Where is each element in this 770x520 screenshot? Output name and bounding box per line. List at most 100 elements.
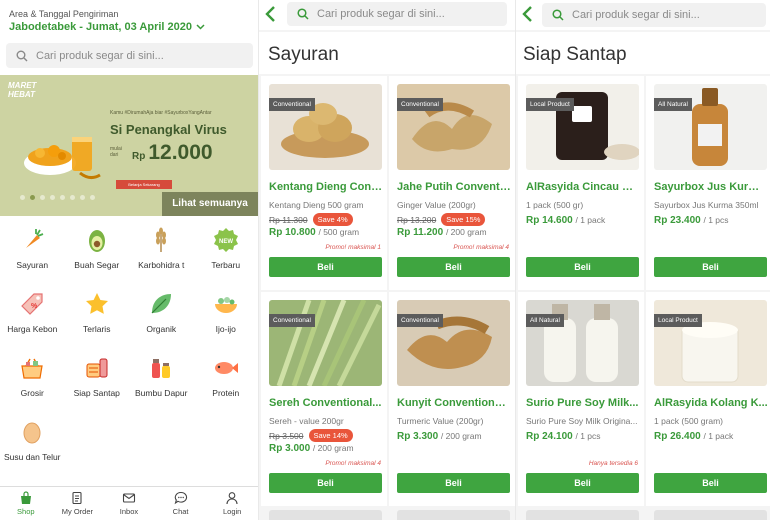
- nav-item[interactable]: Shop: [0, 487, 52, 520]
- category-item[interactable]: Susu dan Telur: [0, 414, 65, 478]
- price-row: Rp 3.300 / 200 gram: [397, 431, 482, 442]
- category-label: Terbaru: [211, 260, 241, 270]
- product-image[interactable]: [269, 300, 382, 386]
- product-card[interactable]: Conventional Kentang Dieng Conv... Kenta…: [261, 76, 387, 290]
- top-bar: Cari produk segar di sini...: [259, 0, 515, 30]
- banner-dot[interactable]: [70, 195, 75, 200]
- buy-button[interactable]: Beli: [526, 473, 639, 493]
- product-card[interactable]: Local Product AlRasyida Kolang K... 1 pa…: [646, 292, 770, 506]
- delivery-area-label: Area & Tanggal Pengiriman: [9, 9, 119, 19]
- category-item[interactable]: Bumbu Dapur: [129, 350, 194, 414]
- nav-item[interactable]: Login: [206, 487, 258, 520]
- promo-banner[interactable]: MARET HEBAT Kamu #DirumahAja biar #Sayur…: [0, 75, 258, 216]
- next-product-card[interactable]: [526, 510, 639, 520]
- category-item[interactable]: % Harga Kebon: [0, 286, 65, 350]
- category-item[interactable]: Buah Segar: [65, 222, 130, 286]
- banner-dot[interactable]: [60, 195, 65, 200]
- product-card[interactable]: Conventional Sereh Conventional... Sereh…: [261, 292, 387, 506]
- product-name[interactable]: Jahe Putih Conventi...: [397, 181, 511, 193]
- product-card[interactable]: Conventional Kunyit Conventional... Turm…: [389, 292, 515, 506]
- banner-headline: Si Penangkal Virus: [110, 122, 227, 137]
- nav-item[interactable]: My Order: [52, 487, 104, 520]
- price-row: Rp 24.100 / 1 pcs: [526, 431, 601, 442]
- category-item[interactable]: Terlaris: [65, 286, 130, 350]
- buy-button[interactable]: Beli: [269, 473, 382, 493]
- buy-button[interactable]: Beli: [654, 257, 767, 277]
- save-badge: Save 14%: [308, 429, 353, 442]
- product-name[interactable]: Sayurbox Jus Kurma...: [654, 181, 768, 193]
- product-name[interactable]: Kunyit Conventional...: [397, 397, 511, 409]
- product-name[interactable]: Sereh Conventional...: [269, 397, 383, 409]
- save-badge: Save 4%: [312, 213, 353, 226]
- back-arrow-icon[interactable]: [521, 5, 535, 23]
- category-item[interactable]: Protein: [194, 350, 259, 414]
- banner-dot[interactable]: [30, 195, 35, 200]
- chevron-down-icon: [196, 22, 205, 32]
- banner-dot[interactable]: [50, 195, 55, 200]
- product-image[interactable]: [526, 300, 639, 386]
- buy-button[interactable]: Beli: [526, 257, 639, 277]
- product-card[interactable]: All Natural Sayurbox Jus Kurma... Sayurb…: [646, 76, 770, 290]
- product-name[interactable]: AlRasyida Kolang K...: [654, 397, 768, 409]
- promo-note: Hanya tersedia 6: [588, 460, 638, 467]
- category-item[interactable]: Organik: [129, 286, 194, 350]
- next-product-card[interactable]: [269, 510, 382, 520]
- banner-cta-button[interactable]: Belanja Sekarang: [116, 180, 172, 189]
- buy-button[interactable]: Beli: [654, 473, 767, 493]
- nav-item[interactable]: Inbox: [103, 487, 155, 520]
- search-input[interactable]: Cari produk segar di sini...: [6, 43, 253, 68]
- next-product-card[interactable]: [654, 510, 767, 520]
- product-card[interactable]: Conventional Jahe Putih Conventi... Ging…: [389, 76, 515, 290]
- product-name[interactable]: Kentang Dieng Conv...: [269, 181, 383, 193]
- banner-dot[interactable]: [40, 195, 45, 200]
- product-image[interactable]: [397, 84, 510, 170]
- banner-dot[interactable]: [90, 195, 95, 200]
- buy-button[interactable]: Beli: [269, 257, 382, 277]
- user-icon: [226, 492, 238, 505]
- product-variant: Sereh - value 200gr: [269, 416, 344, 426]
- product-image[interactable]: [654, 84, 767, 170]
- category-label: Organik: [146, 324, 177, 334]
- back-arrow-icon[interactable]: [264, 5, 278, 23]
- banner-dot[interactable]: [80, 195, 85, 200]
- category-item[interactable]: Grosir: [0, 350, 65, 414]
- svg-text:NEW: NEW: [219, 239, 233, 245]
- product-badge: Conventional: [397, 314, 443, 327]
- top-bar: Cari produk segar di sini...: [516, 0, 770, 30]
- category-item[interactable]: NEW Terbaru: [194, 222, 259, 286]
- product-image[interactable]: [654, 300, 767, 386]
- next-product-card[interactable]: [397, 510, 510, 520]
- category-item[interactable]: Siap Santap: [65, 350, 130, 414]
- banner-logo: MARET HEBAT: [8, 81, 37, 99]
- category-item[interactable]: Karbohidra t: [129, 222, 194, 286]
- category-item[interactable]: Sayuran: [0, 222, 65, 286]
- category-label: Sayuran: [16, 260, 49, 270]
- banner-pagination: [20, 195, 95, 200]
- product-image[interactable]: [526, 84, 639, 170]
- product-card[interactable]: Local Product AlRasyida Cincau Hi... 1 p…: [518, 76, 644, 290]
- order-list-icon: [72, 491, 82, 505]
- salad-bowl-icon: [214, 297, 237, 313]
- banner-currency: Rp: [132, 151, 146, 162]
- category-item[interactable]: Ijo-ijo: [194, 286, 259, 350]
- nav-item[interactable]: Chat: [155, 487, 207, 520]
- egg-icon: [23, 422, 41, 444]
- search-input[interactable]: Cari produk segar di sini...: [287, 2, 507, 26]
- price-row: Rp 14.600 / 1 pack: [526, 215, 605, 226]
- buy-button[interactable]: Beli: [397, 473, 510, 493]
- buy-button[interactable]: Beli: [397, 257, 510, 277]
- see-all-button[interactable]: Lihat semuanya: [162, 192, 258, 216]
- category-label: Siap Santap: [73, 388, 120, 398]
- product-variant: 1 pack (500 gr): [526, 200, 584, 210]
- promo-note: Promo! maksimal 4: [453, 244, 509, 251]
- product-card[interactable]: All Natural Surio Pure Soy Milk... Surio…: [518, 292, 644, 506]
- product-image[interactable]: [269, 84, 382, 170]
- product-name[interactable]: Surio Pure Soy Milk...: [526, 397, 640, 409]
- delivery-area-selector[interactable]: Jabodetabek - Jumat, 03 April 2020: [9, 21, 205, 33]
- price-unit: / 500 gram: [318, 227, 360, 237]
- avocado-icon: [88, 230, 105, 252]
- banner-dot[interactable]: [20, 195, 25, 200]
- product-image[interactable]: [397, 300, 510, 386]
- search-input[interactable]: Cari produk segar di sini...: [542, 3, 766, 27]
- product-name[interactable]: AlRasyida Cincau Hi...: [526, 181, 640, 193]
